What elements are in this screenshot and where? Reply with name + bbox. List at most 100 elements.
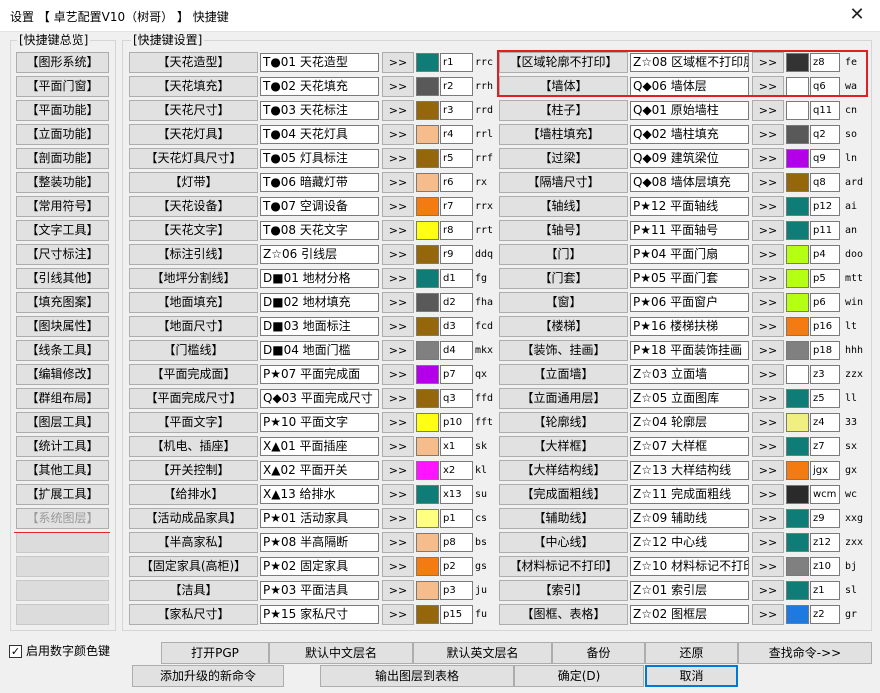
- command-field[interactable]: P★06 平面窗户: [630, 293, 749, 312]
- layer-code-field[interactable]: p6: [810, 293, 840, 312]
- command-field[interactable]: Q◆02 墙柱填充: [630, 125, 749, 144]
- row-label-button[interactable]: 【门槛线】: [129, 340, 258, 361]
- ok-button[interactable]: 确定(D): [514, 665, 644, 687]
- command-field[interactable]: P★02 固定家具: [260, 557, 379, 576]
- layer-code-field[interactable]: p2: [440, 557, 473, 576]
- command-field[interactable]: T●03 天花标注: [260, 101, 379, 120]
- color-swatch[interactable]: [416, 77, 439, 96]
- select-arrow-button[interactable]: >>: [752, 340, 784, 361]
- select-arrow-button[interactable]: >>: [752, 604, 784, 625]
- overview-button[interactable]: 【统计工具】: [16, 436, 109, 457]
- layer-code-field[interactable]: p18: [810, 341, 840, 360]
- close-button[interactable]: ✕: [834, 0, 880, 32]
- layer-code-field[interactable]: q11: [810, 101, 840, 120]
- select-arrow-button[interactable]: >>: [752, 436, 784, 457]
- overview-button[interactable]: 【图形系统】: [16, 52, 109, 73]
- row-label-button[interactable]: 【窗】: [499, 292, 628, 313]
- select-arrow-button[interactable]: >>: [752, 292, 784, 313]
- command-field[interactable]: T●05 灯具标注: [260, 149, 379, 168]
- row-label-button[interactable]: 【地面填充】: [129, 292, 258, 313]
- row-label-button[interactable]: 【立面通用层】: [499, 388, 628, 409]
- row-label-button[interactable]: 【中心线】: [499, 532, 628, 553]
- row-label-button[interactable]: 【轮廓线】: [499, 412, 628, 433]
- color-swatch[interactable]: [786, 485, 809, 504]
- overview-button[interactable]: 【群组布局】: [16, 388, 109, 409]
- color-swatch[interactable]: [786, 125, 809, 144]
- command-field[interactable]: P★12 平面轴线: [630, 197, 749, 216]
- overview-button[interactable]: 【引线其他】: [16, 268, 109, 289]
- command-field[interactable]: Z☆10 材料标记不打印: [630, 557, 749, 576]
- row-label-button[interactable]: 【柱子】: [499, 100, 628, 121]
- overview-button[interactable]: 【剖面功能】: [16, 148, 109, 169]
- layer-code-field[interactable]: p1: [440, 509, 473, 528]
- default-en-layer-button[interactable]: 默认英文层名: [413, 642, 552, 664]
- command-field[interactable]: T●04 天花灯具: [260, 125, 379, 144]
- row-label-button[interactable]: 【完成面粗线】: [499, 484, 628, 505]
- layer-code-field[interactable]: r7: [440, 197, 473, 216]
- color-swatch[interactable]: [416, 53, 439, 72]
- layer-code-field[interactable]: z10: [810, 557, 840, 576]
- layer-code-field[interactable]: p7: [440, 365, 473, 384]
- layer-code-field[interactable]: x2: [440, 461, 473, 480]
- command-field[interactable]: T●07 空调设备: [260, 197, 379, 216]
- layer-code-field[interactable]: jgx: [810, 461, 840, 480]
- row-label-button[interactable]: 【辅助线】: [499, 508, 628, 529]
- color-swatch[interactable]: [786, 293, 809, 312]
- layer-code-field[interactable]: p3: [440, 581, 473, 600]
- row-label-button[interactable]: 【平面文字】: [129, 412, 258, 433]
- overview-button[interactable]: 【常用符号】: [16, 196, 109, 217]
- command-field[interactable]: T●08 天花文字: [260, 221, 379, 240]
- row-label-button[interactable]: 【大样框】: [499, 436, 628, 457]
- row-label-button[interactable]: 【轴号】: [499, 220, 628, 241]
- layer-code-field[interactable]: p4: [810, 245, 840, 264]
- select-arrow-button[interactable]: >>: [382, 484, 414, 505]
- row-label-button[interactable]: 【天花灯具】: [129, 124, 258, 145]
- layer-code-field[interactable]: p8: [440, 533, 473, 552]
- color-swatch[interactable]: [416, 389, 439, 408]
- command-field[interactable]: X▲13 给排水: [260, 485, 379, 504]
- color-swatch[interactable]: [786, 149, 809, 168]
- select-arrow-button[interactable]: >>: [752, 148, 784, 169]
- row-label-button[interactable]: 【墙柱填充】: [499, 124, 628, 145]
- color-swatch[interactable]: [786, 101, 809, 120]
- find-command-button[interactable]: 查找命令->>: [738, 642, 872, 664]
- command-field[interactable]: Z☆12 中心线: [630, 533, 749, 552]
- color-swatch[interactable]: [786, 317, 809, 336]
- row-label-button[interactable]: 【灯带】: [129, 172, 258, 193]
- layer-code-field[interactable]: p11: [810, 221, 840, 240]
- add-new-command-button[interactable]: 添加升级的新命令: [132, 665, 284, 687]
- layer-code-field[interactable]: q8: [810, 173, 840, 192]
- row-label-button[interactable]: 【给排水】: [129, 484, 258, 505]
- command-field[interactable]: P★16 楼梯扶梯: [630, 317, 749, 336]
- select-arrow-button[interactable]: >>: [752, 556, 784, 577]
- command-field[interactable]: Z☆11 完成面粗线: [630, 485, 749, 504]
- row-label-button[interactable]: 【楼梯】: [499, 316, 628, 337]
- color-swatch[interactable]: [786, 557, 809, 576]
- select-arrow-button[interactable]: >>: [382, 340, 414, 361]
- color-swatch[interactable]: [416, 197, 439, 216]
- row-label-button[interactable]: 【隔墙尺寸】: [499, 172, 628, 193]
- row-label-button[interactable]: 【开关控制】: [129, 460, 258, 481]
- row-label-button[interactable]: 【天花设备】: [129, 196, 258, 217]
- overview-button[interactable]: 【立面功能】: [16, 124, 109, 145]
- color-swatch[interactable]: [416, 245, 439, 264]
- layer-code-field[interactable]: q3: [440, 389, 473, 408]
- command-field[interactable]: Q◆09 建筑梁位: [630, 149, 749, 168]
- color-swatch[interactable]: [786, 221, 809, 240]
- color-swatch[interactable]: [786, 533, 809, 552]
- select-arrow-button[interactable]: >>: [382, 76, 414, 97]
- command-field[interactable]: Z☆01 索引层: [630, 581, 749, 600]
- select-arrow-button[interactable]: >>: [382, 268, 414, 289]
- color-swatch[interactable]: [786, 365, 809, 384]
- select-arrow-button[interactable]: >>: [752, 100, 784, 121]
- select-arrow-button[interactable]: >>: [752, 580, 784, 601]
- command-field[interactable]: T●01 天花造型: [260, 53, 379, 72]
- layer-code-field[interactable]: r4: [440, 125, 473, 144]
- layer-code-field[interactable]: r5: [440, 149, 473, 168]
- select-arrow-button[interactable]: >>: [752, 316, 784, 337]
- color-swatch[interactable]: [416, 149, 439, 168]
- row-label-button[interactable]: 【天花造型】: [129, 52, 258, 73]
- open-pgp-button[interactable]: 打开PGP: [161, 642, 269, 664]
- select-arrow-button[interactable]: >>: [382, 52, 414, 73]
- command-field[interactable]: Z☆06 引线层: [260, 245, 379, 264]
